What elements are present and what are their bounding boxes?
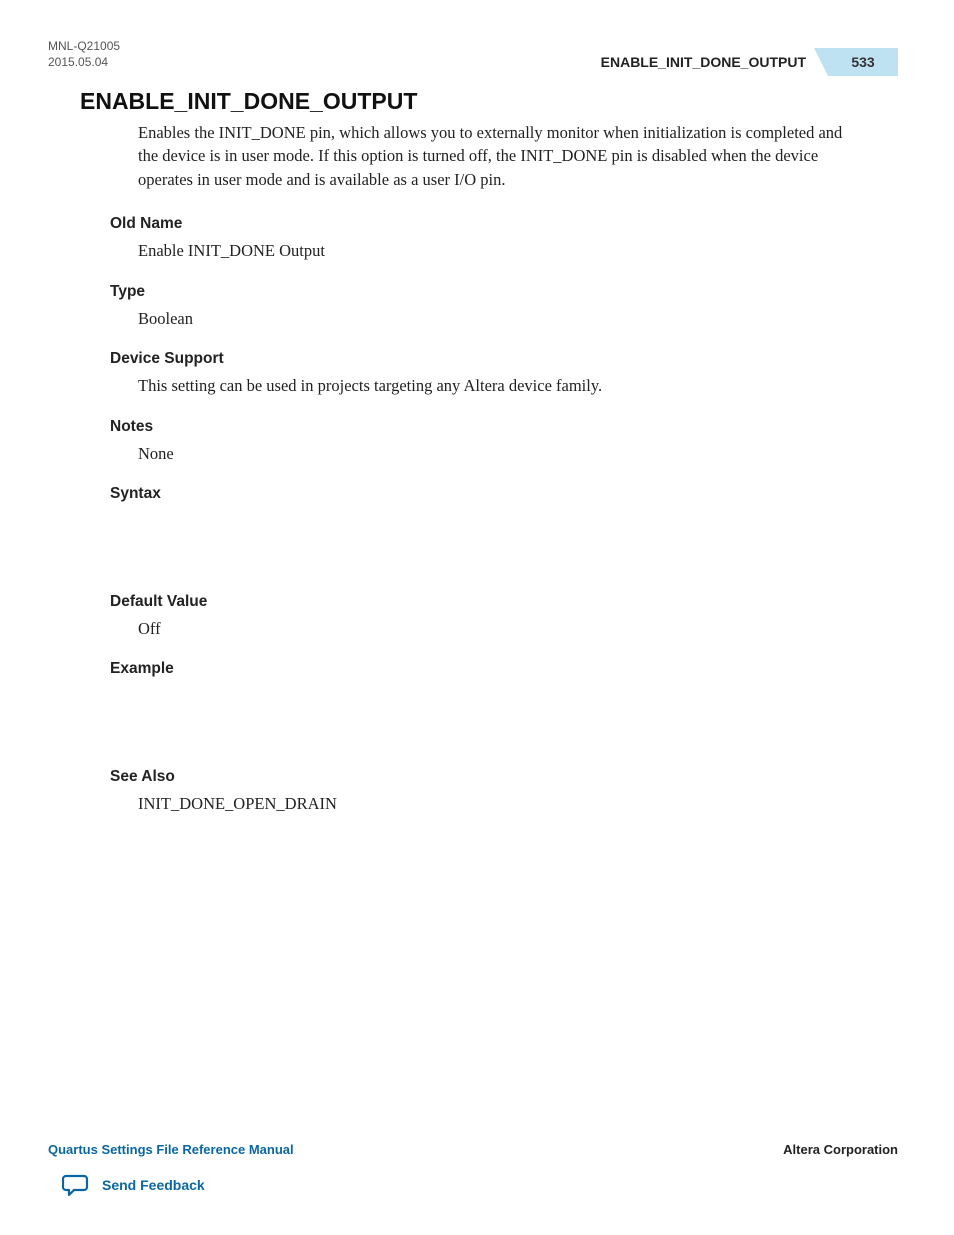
label-notes: Notes <box>110 418 854 436</box>
value-type: Boolean <box>138 307 854 330</box>
label-default-value: Default Value <box>110 593 854 611</box>
value-notes: None <box>138 442 854 465</box>
footer-bar: Quartus Settings File Reference Manual A… <box>48 1142 898 1157</box>
label-example: Example <box>110 660 854 678</box>
page-footer: Quartus Settings File Reference Manual A… <box>48 1142 898 1157</box>
intro-paragraph: Enables the INIT_DONE pin, which allows … <box>138 121 854 191</box>
page-header: MNL-Q21005 2015.05.04 ENABLE_INIT_DONE_O… <box>48 38 898 78</box>
page-number-badge: 533 <box>828 48 898 76</box>
speech-bubble-icon <box>62 1173 90 1197</box>
content-area: ENABLE_INIT_DONE_OUTPUT Enables the INIT… <box>80 88 854 816</box>
value-device-support: This setting can be used in projects tar… <box>138 374 854 397</box>
value-old-name: Enable INIT_DONE Output <box>138 239 854 262</box>
value-default-value: Off <box>138 617 854 640</box>
value-see-also: INIT_DONE_OPEN_DRAIN <box>138 792 854 815</box>
label-syntax: Syntax <box>110 485 854 503</box>
send-feedback-link[interactable]: Send Feedback <box>62 1173 205 1197</box>
header-section-name: ENABLE_INIT_DONE_OUTPUT <box>601 54 828 70</box>
label-see-also: See Also <box>110 768 854 786</box>
page-title: ENABLE_INIT_DONE_OUTPUT <box>80 88 854 115</box>
footer-company: Altera Corporation <box>783 1142 898 1157</box>
label-type: Type <box>110 283 854 301</box>
header-right: ENABLE_INIT_DONE_OUTPUT 533 <box>601 48 898 76</box>
footer-manual-link[interactable]: Quartus Settings File Reference Manual <box>48 1142 294 1157</box>
syntax-spacer <box>80 509 854 573</box>
label-old-name: Old Name <box>110 215 854 233</box>
send-feedback-label: Send Feedback <box>102 1177 205 1193</box>
label-device-support: Device Support <box>110 350 854 368</box>
example-spacer <box>80 684 854 748</box>
